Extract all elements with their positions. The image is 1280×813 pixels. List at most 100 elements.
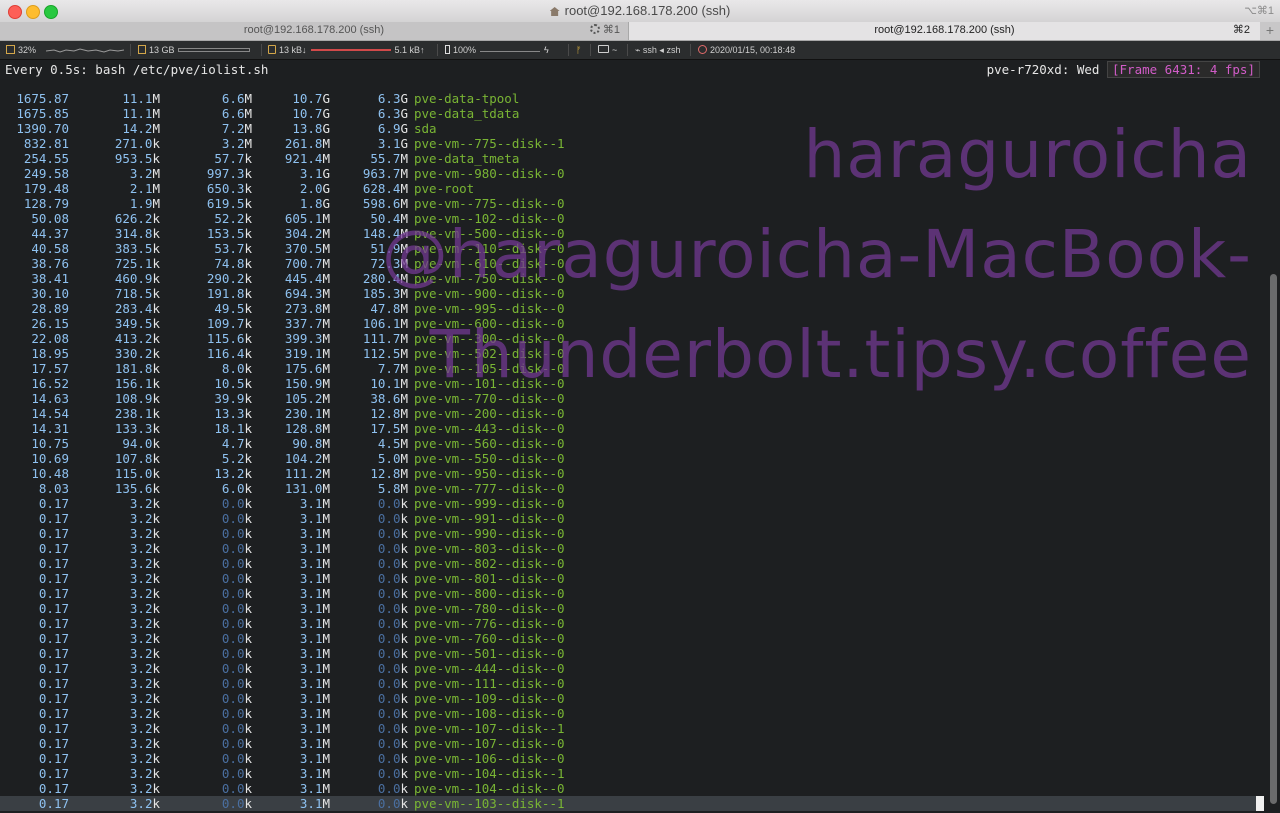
scrollbar-thumb[interactable]	[1270, 274, 1277, 804]
table-cell: 3.1M	[299, 556, 330, 571]
table-cell: 0.0k	[377, 586, 408, 601]
device-name: pve-vm--501--disk--0	[414, 646, 565, 661]
table-cell: 14.2M	[122, 121, 160, 136]
table-cell: 0.0k	[377, 796, 408, 811]
table-cell: 7.2M	[221, 121, 252, 136]
table-cell: 0.0k	[221, 556, 252, 571]
table-cell: 0.0k	[221, 511, 252, 526]
table-cell: 38.41	[31, 271, 69, 286]
table-cell: 108.9k	[114, 391, 160, 406]
memory-value: 13 GB	[149, 45, 175, 55]
status-divider	[437, 44, 438, 56]
device-name: pve-data_tdata	[414, 106, 520, 121]
table-cell: 254.55	[23, 151, 69, 166]
device-name: pve-vm--104--disk--0	[414, 781, 565, 796]
table-cell: 413.2k	[114, 331, 160, 346]
table-cell: 1.8G	[299, 196, 330, 211]
cpu-icon	[6, 45, 15, 54]
table-cell: 0.17	[38, 511, 69, 526]
table-cell: 12.8M	[370, 466, 408, 481]
table-cell: 179.48	[23, 181, 69, 196]
table-row: 0.17 3.2k 0.0k 3.1M 0.0k pve-vm--111--disk--0	[0, 676, 1264, 691]
table-cell: 0.17	[38, 676, 69, 691]
table-cell: 3.1M	[299, 631, 330, 646]
device-name: pve-vm--770--disk--0	[414, 391, 565, 406]
folder-icon	[598, 45, 609, 53]
table-cell: 115.0k	[114, 466, 160, 481]
table-cell: 12.8M	[370, 406, 408, 421]
table-cell: 111.2M	[284, 466, 330, 481]
battery-status[interactable]: 100% ϟ	[445, 41, 549, 59]
table-row: 0.17 3.2k 0.0k 3.1M 0.0k pve-vm--999--disk--0	[0, 496, 1264, 511]
table-cell: 0.0k	[377, 751, 408, 766]
table-cell: 0.17	[38, 646, 69, 661]
table-row: 14.54 238.1k 13.3k 230.1M 12.8M pve-vm--200--…	[0, 406, 1264, 421]
table-cell: 40.58	[31, 241, 69, 256]
io-list: 1675.87 11.1M 6.6M 10.7G 6.3G pve-data-tpool 1…	[0, 91, 1264, 811]
tab-2[interactable]: root@192.168.178.200 (ssh) ⌘2	[629, 22, 1260, 40]
status-divider	[568, 44, 569, 56]
table-cell: 3.2k	[129, 676, 160, 691]
table-cell: 0.0k	[221, 616, 252, 631]
device-name: pve-vm--776--disk--0	[414, 616, 565, 631]
terminal-pane[interactable]: Every 0.5s: bash /etc/pve/iolist.sh pve-…	[0, 60, 1268, 813]
new-tab-button[interactable]: +	[1260, 22, 1280, 40]
table-cell: 3.1M	[299, 511, 330, 526]
table-cell: 0.0k	[221, 751, 252, 766]
datetime-value: 2020/01/15, 00:18:48	[710, 45, 796, 55]
terminal-scrollbar[interactable]	[1268, 60, 1280, 813]
table-cell: 3.2k	[129, 766, 160, 781]
table-cell: 90.8M	[292, 436, 330, 451]
path-status[interactable]: ~	[598, 41, 617, 59]
table-cell: 0.17	[38, 631, 69, 646]
memory-status[interactable]: 13 GB	[138, 41, 250, 59]
tab-1-shortcut: ⌘1	[589, 22, 620, 39]
table-cell: 14.54	[31, 406, 69, 421]
table-cell: 1675.87	[16, 91, 69, 106]
device-name: pve-vm--550--disk--0	[414, 451, 565, 466]
table-cell: 3.2k	[129, 796, 160, 811]
table-row: 10.69 107.8k 5.2k 104.2M 5.0M pve-vm--550--di…	[0, 451, 1264, 466]
table-cell: 0.17	[38, 751, 69, 766]
table-row: 10.75 94.0k 4.7k 90.8M 4.5M pve-vm--560--disk…	[0, 436, 1264, 451]
table-cell: 0.0k	[377, 511, 408, 526]
table-cell: 3.1M	[299, 571, 330, 586]
table-cell: 3.2M	[129, 166, 160, 181]
table-cell: 18.1k	[214, 421, 252, 436]
frame-counter: [Frame 6431: 4 fps]	[1107, 61, 1260, 78]
table-cell: 605.1M	[284, 211, 330, 226]
table-row: 128.79 1.9M 619.5k 1.8G 598.6M pve-vm--775--d…	[0, 196, 1264, 211]
net-down-value: 13 kB↓	[279, 45, 307, 55]
table-cell: 3.2k	[129, 661, 160, 676]
datetime-status[interactable]: 2020/01/15, 00:18:48	[698, 41, 795, 59]
host-text: pve-r720xd: Wed	[986, 62, 1107, 77]
table-cell: 133.3k	[114, 421, 160, 436]
table-cell: 0.17	[38, 706, 69, 721]
table-cell: 725.1k	[114, 256, 160, 271]
cpu-status[interactable]: 32%	[6, 41, 36, 59]
table-cell: 150.9M	[284, 376, 330, 391]
shell-status[interactable]: ⌁ ssh ◂ zsh	[635, 41, 680, 59]
table-cell: 128.79	[23, 196, 69, 211]
tab-1[interactable]: root@192.168.178.200 (ssh) ⌘1	[0, 22, 629, 40]
window-title-text: root@192.168.178.200 (ssh)	[564, 3, 731, 18]
table-cell: 3.2k	[129, 616, 160, 631]
table-cell: 0.17	[38, 766, 69, 781]
table-cell: 0.0k	[377, 646, 408, 661]
table-cell: 718.5k	[114, 286, 160, 301]
device-name: pve-vm--108--disk--0	[414, 706, 565, 721]
device-name: pve-data-tpool	[414, 91, 520, 106]
table-cell: 3.2k	[129, 691, 160, 706]
status-divider	[261, 44, 262, 56]
table-cell: 38.76	[31, 256, 69, 271]
git-status[interactable]: ᚠ	[576, 41, 586, 59]
table-cell: 0.0k	[377, 571, 408, 586]
table-cell: 261.8M	[284, 136, 330, 151]
table-cell: 0.0k	[221, 631, 252, 646]
table-cell: 10.69	[31, 451, 69, 466]
network-status[interactable]: 13 kB↓ 5.1 kB↑	[268, 41, 425, 59]
memory-icon	[138, 45, 146, 54]
table-cell: 628.4M	[362, 181, 408, 196]
device-name: pve-vm--107--disk--0	[414, 736, 565, 751]
table-cell: 0.0k	[221, 526, 252, 541]
